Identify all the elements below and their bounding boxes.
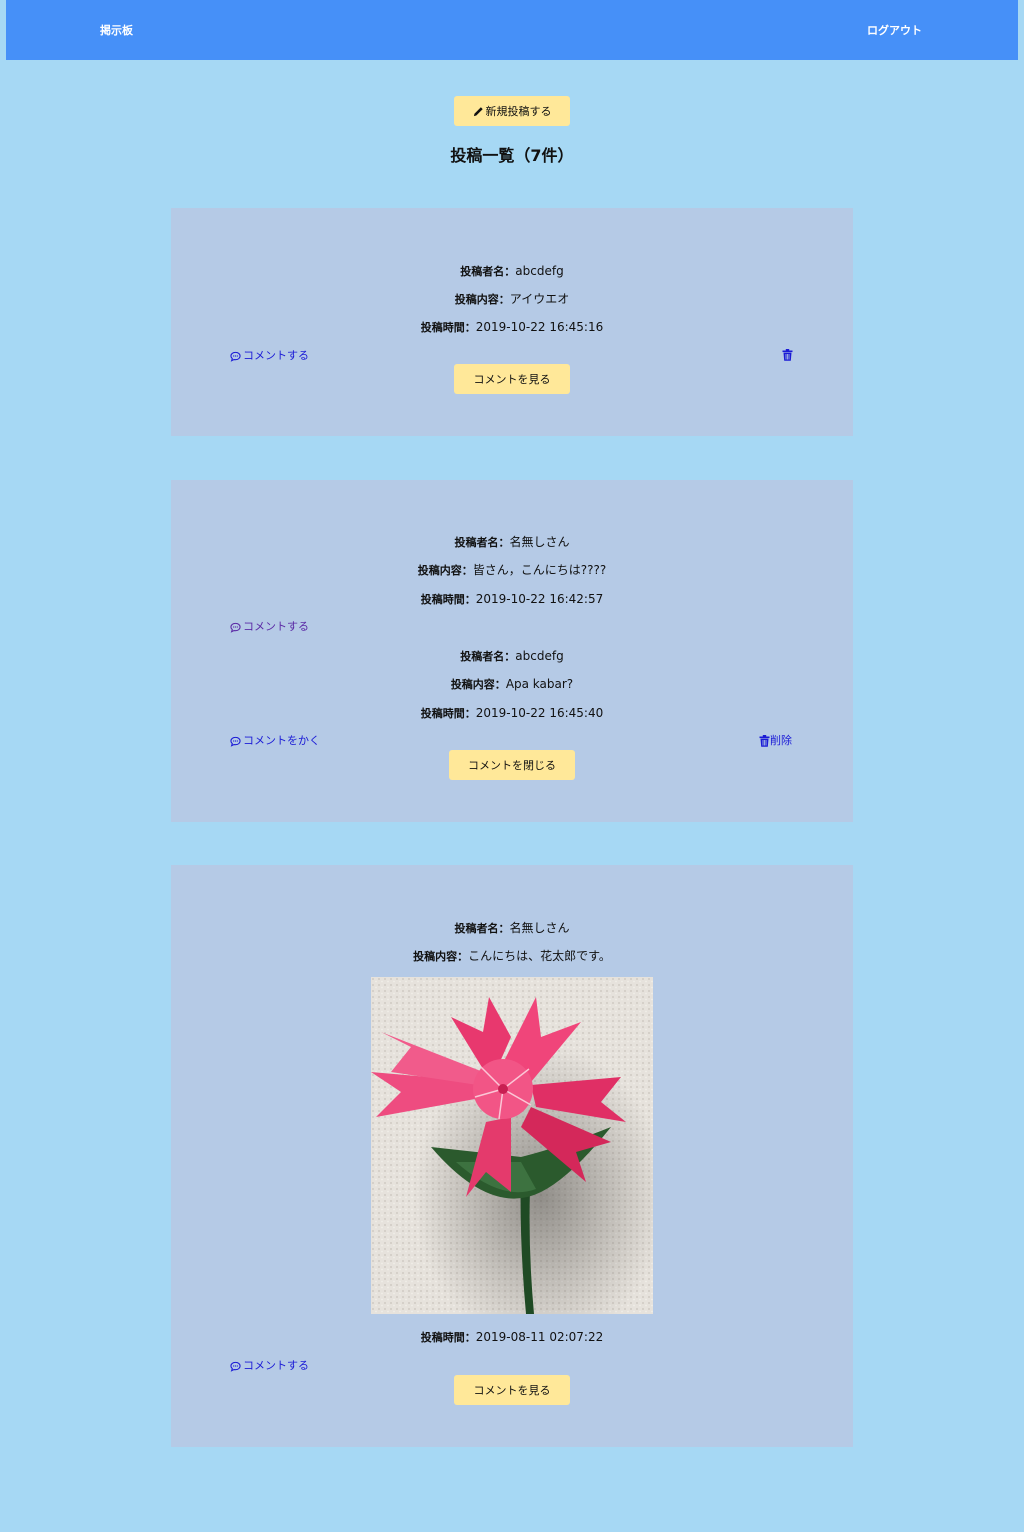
- brand-link[interactable]: 掲示板: [100, 22, 133, 38]
- pencil-icon: [473, 106, 483, 116]
- author-label: 投稿者名：: [460, 650, 516, 663]
- author-value: 名無しさん: [509, 921, 570, 935]
- trash-icon: [782, 349, 793, 361]
- time-label: 投稿時間：: [420, 593, 476, 606]
- comment-link-label: コメントする: [243, 1359, 309, 1372]
- origami-flower-image: [371, 977, 653, 1314]
- comment-content-value: Apa kabar?: [505, 677, 574, 691]
- content-label: 投稿内容：: [417, 564, 473, 577]
- comment-icon: [230, 736, 241, 747]
- post-card: 投稿者名：名無しさん 投稿内容：皆さん，こんにちは???? 投稿時間：2019-…: [171, 480, 853, 822]
- comment-link[interactable]: コメントする: [230, 348, 309, 364]
- comment-icon: [230, 1361, 241, 1372]
- post-author: 投稿者名：名無しさん: [171, 919, 853, 938]
- new-post-label: 新規投稿する: [485, 105, 552, 118]
- show-comments-button[interactable]: コメントを見る: [454, 1375, 570, 1405]
- content-label: 投稿内容：: [413, 950, 469, 963]
- content-value: こんにちは、花太郎です。: [468, 949, 611, 963]
- content-value: アイウエオ: [509, 292, 570, 306]
- post-image: [371, 977, 653, 1314]
- post-author: 投稿者名：名無しさん: [171, 533, 853, 552]
- comment-link[interactable]: コメントする: [230, 1358, 309, 1374]
- post-time: 投稿時間：2019-08-11 02:07:22: [171, 1328, 853, 1347]
- author-label: 投稿者名：: [454, 922, 510, 935]
- comment-author-value: abcdefg: [515, 649, 564, 663]
- comment-author: 投稿者名：abcdefg: [171, 647, 853, 666]
- content-label: 投稿内容：: [454, 293, 510, 306]
- comment-content: 投稿内容：Apa kabar?: [171, 675, 853, 694]
- time-label: 投稿時間：: [420, 321, 476, 334]
- time-value: 2019-08-11 02:07:22: [475, 1330, 604, 1344]
- post-author: 投稿者名：abcdefg: [171, 262, 853, 281]
- post-card: 投稿者名：名無しさん 投稿内容：こんにちは、花太郎です。 投稿時間：2019-0…: [171, 865, 853, 1447]
- author-label: 投稿者名：: [460, 265, 516, 278]
- post-card: 投稿者名：abcdefg 投稿内容：アイウエオ 投稿時間：2019-10-22 …: [171, 208, 853, 436]
- delete-comment-link[interactable]: 削除: [759, 733, 792, 749]
- comment-link[interactable]: コメントする: [230, 619, 309, 635]
- author-value: 名無しさん: [509, 535, 570, 549]
- time-label: 投稿時間：: [420, 707, 476, 720]
- post-content: 投稿内容：アイウエオ: [171, 290, 853, 309]
- time-value: 2019-10-22 16:45:16: [475, 320, 604, 334]
- trash-icon: [759, 735, 770, 747]
- navbar: 掲示板 ログアウト: [6, 0, 1018, 60]
- time-label: 投稿時間：: [420, 1331, 476, 1344]
- comment-time-value: 2019-10-22 16:45:40: [475, 706, 604, 720]
- delete-post-button[interactable]: [782, 349, 793, 361]
- show-comments-button[interactable]: コメントを見る: [454, 364, 570, 394]
- content-value: 皆さん，こんにちは????: [472, 563, 607, 577]
- new-post-button[interactable]: 新規投稿する: [454, 96, 570, 126]
- comment-icon: [230, 351, 241, 362]
- write-comment-label: コメントをかく: [243, 734, 320, 747]
- post-time: 投稿時間：2019-10-22 16:45:16: [171, 318, 853, 337]
- comment-link-label: コメントする: [243, 620, 309, 633]
- close-comments-button[interactable]: コメントを閉じる: [449, 750, 575, 780]
- delete-label: 削除: [770, 734, 792, 747]
- post-content: 投稿内容：こんにちは、花太郎です。: [171, 947, 853, 966]
- comment-time: 投稿時間：2019-10-22 16:45:40: [171, 704, 853, 723]
- post-time: 投稿時間：2019-10-22 16:42:57: [171, 590, 853, 609]
- content-label: 投稿内容：: [450, 678, 506, 691]
- author-value: abcdefg: [515, 264, 564, 278]
- author-label: 投稿者名：: [454, 536, 510, 549]
- write-comment-link[interactable]: コメントをかく: [230, 733, 320, 749]
- comment-link-label: コメントする: [243, 349, 309, 362]
- comment-icon: [230, 622, 241, 633]
- page-title: 投稿一覧（7件）: [450, 146, 574, 165]
- time-value: 2019-10-22 16:42:57: [475, 592, 604, 606]
- logout-link[interactable]: ログアウト: [867, 22, 922, 38]
- post-content: 投稿内容：皆さん，こんにちは????: [171, 561, 853, 580]
